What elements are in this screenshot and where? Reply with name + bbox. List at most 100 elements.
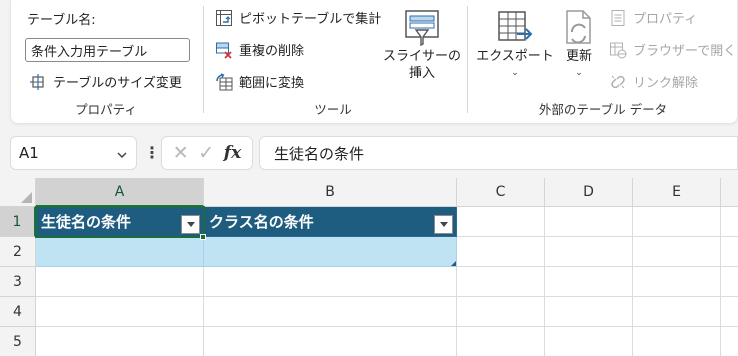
more-options-icon[interactable]: ⋮ [144,143,160,162]
row-header-1[interactable]: 1 [0,207,36,237]
open-in-browser-icon [609,41,627,59]
row-header-4[interactable]: 4 [0,297,36,327]
cell[interactable] [204,267,457,297]
filter-dropdown-icon[interactable] [181,215,200,234]
formula-input[interactable]: 生徒名の条件 [259,136,738,170]
refresh-label: 更新 [565,49,592,64]
remove-duplicates-button[interactable]: 重複の削除 [215,40,304,59]
row-header-5[interactable]: 5 [0,327,36,356]
row-header-2[interactable]: 2 [0,237,36,267]
remove-duplicates-icon [215,41,233,59]
cell[interactable] [721,327,738,356]
open-in-browser-button[interactable]: ブラウザーで開く [609,40,736,59]
cell[interactable] [545,267,633,297]
cell[interactable] [721,237,738,267]
refresh-icon [559,8,599,48]
ribbon: テーブル名: テーブルのサイズ変更 プロパティ ピボットテーブルで集計 重複の削… [10,0,738,124]
table-header-label: クラス名の条件 [209,213,314,231]
chevron-down-icon [116,147,128,159]
column-header-overflow[interactable] [721,178,738,207]
resize-table-button[interactable]: テーブルのサイズ変更 [29,72,182,91]
refresh-button[interactable]: 更新 ⌄ [557,8,601,82]
cell[interactable] [545,207,633,237]
table-header-label: 生徒名の条件 [41,213,132,231]
cell[interactable] [36,267,204,297]
cell[interactable] [545,327,633,356]
table-name-input[interactable] [25,38,190,62]
name-box-value: A1 [19,144,39,162]
formula-buttons: ✕ ✓ fx [161,136,253,170]
export-button[interactable]: エクスポート ⌄ [476,8,554,82]
group-label-properties: プロパティ [75,102,137,117]
properties-icon [609,9,627,27]
fill-handle[interactable] [200,234,206,240]
insert-slicer-label-2: 挿入 [408,66,435,81]
cell[interactable] [204,327,457,356]
resize-table-icon [29,73,47,91]
insert-slicer-label-1: スライサーの [383,49,462,64]
unlink-button[interactable]: リンク解除 [609,72,698,91]
pivot-summary-label: ピボットテーブルで集計 [239,12,382,27]
group-label-tools: ツール [314,102,352,117]
column-header-d[interactable]: D [545,178,633,207]
column-header-b[interactable]: B [204,178,457,207]
convert-to-range-button[interactable]: 範囲に変換 [215,72,304,91]
cell[interactable] [457,237,545,267]
column-header-c[interactable]: C [457,178,545,207]
slicer-icon [402,8,442,48]
cell[interactable] [457,267,545,297]
separator [203,6,204,113]
table-data-cell[interactable] [204,237,457,267]
select-all-icon [21,192,32,203]
convert-to-range-label: 範囲に変換 [239,76,305,91]
unlink-label: リンク解除 [633,76,699,91]
column-header-a[interactable]: A [36,178,204,207]
name-box[interactable]: A1 [10,136,137,170]
cell[interactable] [633,207,721,237]
table-resize-handle[interactable] [451,261,456,266]
pivot-table-icon [215,9,233,27]
chevron-down-icon: ⌄ [575,68,583,78]
table-data-cell[interactable] [36,237,204,267]
table-header-cell[interactable]: 生徒名の条件 [36,207,204,237]
external-properties-button[interactable]: プロパティ [609,8,697,27]
row-header-3[interactable]: 3 [0,267,36,297]
cell[interactable] [721,267,738,297]
insert-slicer-button[interactable]: スライサーの 挿入 [383,8,462,82]
cell[interactable] [36,297,204,327]
cell[interactable] [721,207,738,237]
cell[interactable] [545,237,633,267]
cell[interactable] [36,327,204,356]
cell[interactable] [633,297,721,327]
remove-duplicates-label: 重複の削除 [239,44,305,59]
table-header-cell[interactable]: クラス名の条件 [204,207,457,237]
column-header-e[interactable]: E [633,178,721,207]
open-in-browser-label: ブラウザーで開く [633,44,737,59]
resize-table-label: テーブルのサイズ変更 [53,76,182,91]
group-label-external-data: 外部のテーブル データ [538,102,668,117]
cell[interactable] [633,327,721,356]
chevron-down-icon: ⌄ [511,68,519,78]
unlink-icon [609,73,627,91]
separator [467,6,468,113]
cell[interactable] [457,207,545,237]
external-properties-label: プロパティ [633,12,698,27]
insert-function-icon[interactable]: fx [224,143,241,163]
convert-to-range-icon [215,72,233,91]
cancel-icon[interactable]: ✕ [173,142,189,164]
table-name-label: テーブル名: [27,13,96,28]
cell[interactable] [721,297,738,327]
filter-dropdown-icon[interactable] [434,215,453,234]
cell[interactable] [457,297,545,327]
cell[interactable] [204,297,457,327]
cell[interactable] [545,297,633,327]
pivot-summary-button[interactable]: ピボットテーブルで集計 [215,8,381,27]
export-icon [495,8,535,48]
export-label: エクスポート [476,49,554,64]
select-all-button[interactable] [0,178,36,207]
enter-icon[interactable]: ✓ [198,142,214,164]
cell[interactable] [633,237,721,267]
worksheet-grid: A B C D E 1 2 3 4 5 生徒名の条件 クラス名の条件 [0,178,738,356]
cell[interactable] [457,327,545,356]
cell[interactable] [633,267,721,297]
